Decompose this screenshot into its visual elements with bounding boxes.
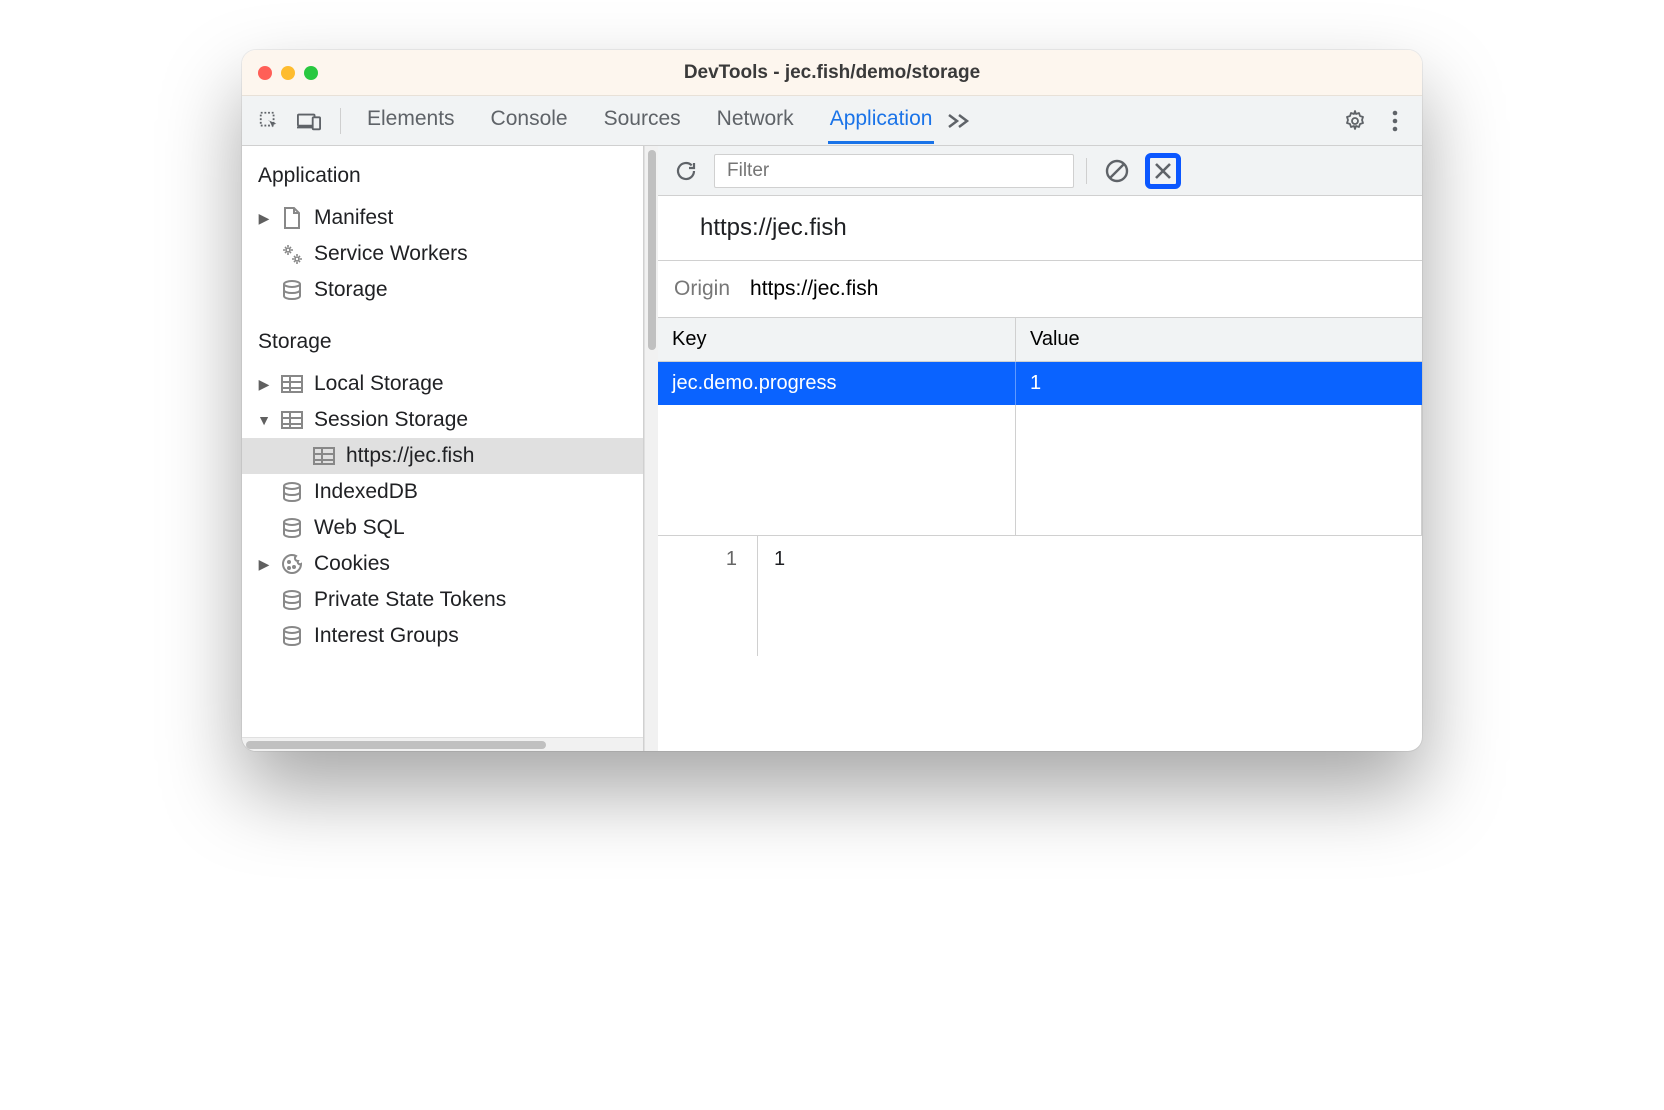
sidebar-item-label: Web SQL bbox=[314, 516, 405, 540]
maximize-window-button[interactable] bbox=[304, 66, 318, 80]
device-toolbar-icon[interactable] bbox=[292, 104, 326, 138]
origin-label: Origin bbox=[674, 277, 730, 301]
sidebar-item-cookies[interactable]: ▶ Cookies bbox=[242, 546, 643, 582]
window-title: DevTools - jec.fish/demo/storage bbox=[242, 62, 1422, 84]
more-tabs-icon[interactable] bbox=[946, 111, 972, 131]
sidebar-item-label: Local Storage bbox=[314, 372, 444, 396]
sidebar-vertical-scrollbar[interactable] bbox=[644, 146, 658, 751]
table-header: Key Value bbox=[658, 318, 1422, 362]
storage-panel: https://jec.fish Origin https://jec.fish… bbox=[658, 146, 1422, 751]
sidebar-item-indexeddb[interactable]: IndexedDB bbox=[242, 474, 643, 510]
kebab-menu-icon[interactable] bbox=[1378, 104, 1412, 138]
column-key[interactable]: Key bbox=[658, 318, 1016, 361]
tab-network[interactable]: Network bbox=[715, 97, 796, 144]
devtools-toolbar: Elements Console Sources Network Applica… bbox=[242, 96, 1422, 146]
tab-application[interactable]: Application bbox=[828, 97, 935, 144]
table-row[interactable]: jec.demo.progress 1 bbox=[658, 362, 1422, 405]
sidebar-item-label: Cookies bbox=[314, 552, 390, 576]
panel-tabs: Elements Console Sources Network Applica… bbox=[365, 97, 934, 144]
application-sidebar: Application ▶ Manifest Serv bbox=[242, 146, 644, 751]
cell-value[interactable]: 1 bbox=[1016, 362, 1422, 405]
delete-selected-icon[interactable] bbox=[1145, 153, 1181, 189]
table-icon bbox=[312, 444, 336, 468]
sidebar-item-storage[interactable]: Storage bbox=[242, 272, 643, 308]
separator bbox=[1086, 158, 1087, 184]
caret-right-icon: ▶ bbox=[258, 376, 270, 393]
database-icon bbox=[280, 624, 304, 648]
sidebar-item-label: Session Storage bbox=[314, 408, 468, 432]
caret-right-icon: ▶ bbox=[258, 210, 270, 227]
application-tree: ▶ Manifest Service Workers bbox=[242, 196, 643, 322]
sidebar-item-session-origin[interactable]: https://jec.fish bbox=[242, 438, 643, 474]
separator bbox=[340, 108, 341, 134]
cell-key[interactable]: jec.demo.progress bbox=[658, 362, 1016, 405]
origin-value: https://jec.fish bbox=[750, 277, 878, 301]
origin-row: Origin https://jec.fish bbox=[658, 261, 1422, 318]
database-icon bbox=[280, 516, 304, 540]
caret-right-icon: ▶ bbox=[258, 556, 270, 573]
sidebar-item-label: Private State Tokens bbox=[314, 588, 506, 612]
section-title-storage: Storage bbox=[242, 322, 643, 362]
tab-sources[interactable]: Sources bbox=[602, 97, 683, 144]
preview-value: 1 bbox=[758, 536, 801, 656]
inspect-element-icon[interactable] bbox=[252, 104, 286, 138]
gears-icon bbox=[280, 242, 304, 266]
origin-title: https://jec.fish bbox=[658, 196, 1422, 261]
table-empty-area[interactable] bbox=[658, 405, 1422, 535]
sidebar-item-local-storage[interactable]: ▶ Local Storage bbox=[242, 366, 643, 402]
section-title-application: Application bbox=[242, 156, 643, 196]
storage-table: Key Value jec.demo.progress 1 bbox=[658, 318, 1422, 536]
close-window-button[interactable] bbox=[258, 66, 272, 80]
preview-line-number: 1 bbox=[658, 536, 758, 656]
sidebar-item-manifest[interactable]: ▶ Manifest bbox=[242, 200, 643, 236]
database-icon bbox=[280, 480, 304, 504]
sidebar-item-label: Interest Groups bbox=[314, 624, 459, 648]
sidebar-item-private-state-tokens[interactable]: Private State Tokens bbox=[242, 582, 643, 618]
panel-body: Application ▶ Manifest Serv bbox=[242, 146, 1422, 751]
sidebar-horizontal-scrollbar[interactable] bbox=[242, 737, 643, 751]
database-icon bbox=[280, 278, 304, 302]
sidebar-item-label: Storage bbox=[314, 278, 388, 302]
sidebar-item-service-workers[interactable]: Service Workers bbox=[242, 236, 643, 272]
titlebar: DevTools - jec.fish/demo/storage bbox=[242, 50, 1422, 96]
storage-toolbar bbox=[658, 146, 1422, 196]
caret-down-icon: ▼ bbox=[258, 412, 270, 428]
sidebar-item-interest-groups[interactable]: Interest Groups bbox=[242, 618, 643, 654]
tab-console[interactable]: Console bbox=[489, 97, 570, 144]
tab-elements[interactable]: Elements bbox=[365, 97, 457, 144]
devtools-window: DevTools - jec.fish/demo/storage Element… bbox=[242, 50, 1422, 751]
file-icon bbox=[280, 206, 304, 230]
storage-tree: ▶ Local Storage ▼ Session Storage bbox=[242, 362, 643, 668]
sidebar-item-label: IndexedDB bbox=[314, 480, 418, 504]
cookie-icon bbox=[280, 552, 304, 576]
sidebar-item-websql[interactable]: Web SQL bbox=[242, 510, 643, 546]
filter-input[interactable] bbox=[714, 154, 1074, 188]
settings-icon[interactable] bbox=[1338, 104, 1372, 138]
table-icon bbox=[280, 372, 304, 396]
sidebar-item-label: https://jec.fish bbox=[346, 444, 474, 468]
sidebar-item-session-storage[interactable]: ▼ Session Storage bbox=[242, 402, 643, 438]
minimize-window-button[interactable] bbox=[281, 66, 295, 80]
database-icon bbox=[280, 588, 304, 612]
clear-all-icon[interactable] bbox=[1099, 153, 1135, 189]
sidebar-item-label: Service Workers bbox=[314, 242, 468, 266]
window-controls bbox=[258, 66, 318, 80]
column-value[interactable]: Value bbox=[1016, 318, 1422, 361]
refresh-icon[interactable] bbox=[668, 153, 704, 189]
sidebar-item-label: Manifest bbox=[314, 206, 393, 230]
table-icon bbox=[280, 408, 304, 432]
value-preview: 1 1 bbox=[658, 536, 1422, 656]
